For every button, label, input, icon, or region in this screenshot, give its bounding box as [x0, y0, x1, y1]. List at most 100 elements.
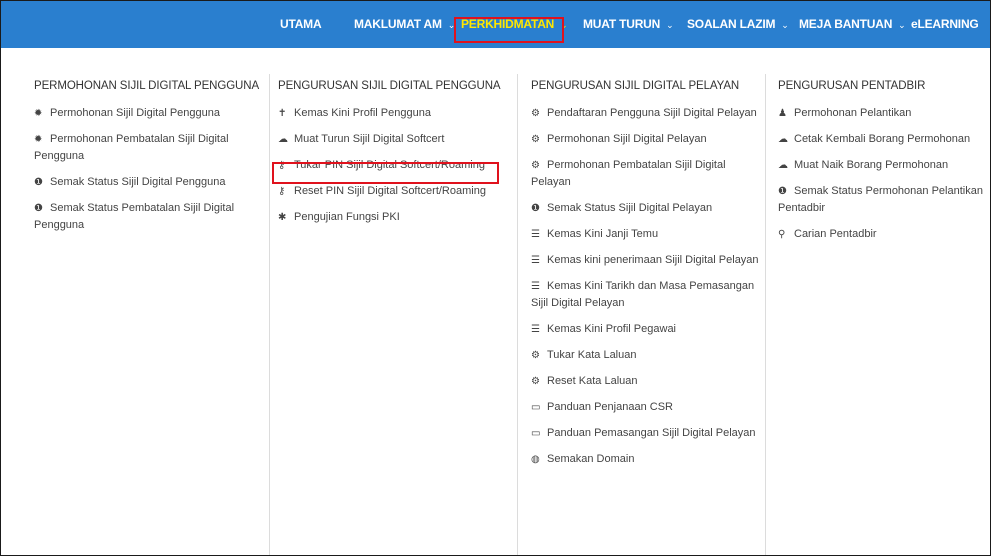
top-navbar: UTAMA MAKLUMAT AM ⌄ PERKHIDMATAN ⌄ MUAT TU…: [1, 1, 990, 48]
nav-maklumat-am[interactable]: MAKLUMAT AM ⌄: [354, 1, 455, 48]
menu-link-label: Kemas Kini Janji Temu: [547, 228, 659, 240]
list-icon: ☰: [531, 255, 540, 266]
chevron-down-icon: ⌄: [666, 20, 674, 30]
nav-utama[interactable]: UTAMA: [280, 1, 322, 48]
menu-link[interactable]: ⚙ Tukar Kata Laluan: [531, 347, 763, 364]
column-divider: [517, 74, 518, 555]
nav-label: SOALAN LAZIM: [687, 17, 776, 31]
menu-link[interactable]: ☁ Cetak Kembali Borang Permohonan: [778, 131, 988, 148]
menu-link[interactable]: ♟ Permohonan Pelantikan: [778, 105, 988, 122]
menu-link[interactable]: ❶ Semak Status Permohonan Pelantikan Pent…: [778, 183, 988, 217]
menu-link[interactable]: ⚙ Permohonan Pembatalan Sijil Digital Pel…: [531, 157, 763, 191]
menu-link[interactable]: ⚙ Reset Kata Laluan: [531, 373, 763, 390]
menu-link-label: Panduan Penjanaan CSR: [547, 401, 673, 413]
menu-link-label: Permohonan Sijil Digital Pelayan: [547, 133, 707, 145]
menu-link-label: Kemas kini penerimaan Sijil Digital Pela…: [547, 254, 759, 266]
list-icon: ☰: [531, 229, 540, 240]
column-pengurusan-pelayan: PENGURUSAN SIJIL DIGITAL PELAYAN ⚙ Pendaf…: [531, 80, 763, 477]
menu-link-label: Muat Turun Sijil Digital Softcert: [294, 133, 445, 145]
menu-link-label: Permohonan Pembatalan Sijil Digital Pela…: [531, 159, 726, 188]
menu-link[interactable]: ❶ Semak Status Sijil Digital Pengguna: [34, 174, 254, 191]
column-heading: PENGURUSAN SIJIL DIGITAL PELAYAN: [531, 80, 740, 92]
menu-link[interactable]: ⚷ Reset PIN Sijil Digital Softcert/Roamin…: [278, 183, 506, 200]
menu-link[interactable]: ☰ Kemas Kini Profil Pegawai: [531, 321, 763, 338]
globe-icon: ◍: [531, 454, 540, 465]
menu-link[interactable]: ☁ Muat Naik Borang Permohonan: [778, 157, 988, 174]
list-icon: ☰: [531, 281, 540, 292]
certificate-icon: ✹: [34, 108, 43, 119]
menu-link[interactable]: ⚲ Carian Pentadbir: [778, 226, 988, 243]
menu-link-label: Semak Status Permohonan Pelantikan Penta…: [778, 185, 983, 214]
menu-link-label: Semak Status Pembatalan Sijil Digital Pe…: [34, 202, 235, 231]
menu-link[interactable]: ◍ Semakan Domain: [531, 451, 763, 468]
link-list: ✹ Permohonan Sijil Digital Pengguna ✹ Permo…: [34, 105, 254, 234]
chevron-down-icon: ⌄: [898, 20, 906, 30]
search-icon: ⚲: [778, 229, 786, 240]
menu-link[interactable]: ✹ Permohonan Pembatalan Sijil Digital Pen…: [34, 131, 254, 165]
user-icon: ♟: [778, 108, 787, 119]
server-icon: ⚙: [531, 108, 540, 119]
menu-link[interactable]: ⚙ Permohonan Sijil Digital Pelayan: [531, 131, 763, 148]
menu-link[interactable]: ☰ Kemas kini penerimaan Sijil Digital Pel…: [531, 252, 763, 269]
menu-link[interactable]: ❶ Semak Status Pembatalan Sijil Digital P…: [34, 200, 254, 234]
nav-label: eLEARNING: [911, 17, 979, 31]
menu-link-label: Permohonan Sijil Digital Pengguna: [50, 107, 220, 119]
nav-label: MAKLUMAT AM: [354, 17, 442, 31]
column-heading: PERMOHONAN SIJIL DIGITAL PENGGUNA: [34, 80, 260, 92]
column-heading: PENGURUSAN PENTADBIR: [778, 80, 926, 92]
info-icon: ❶: [34, 177, 43, 188]
nav-elearning[interactable]: eLEARNING: [911, 1, 979, 48]
menu-link-label: Tukar Kata Laluan: [547, 349, 637, 361]
menu-link[interactable]: ▭ Panduan Penjanaan CSR: [531, 399, 763, 416]
column-pengurusan-pengguna: PENGURUSAN SIJIL DIGITAL PENGGUNA ✝ Kemas…: [278, 80, 506, 235]
certificate-icon: ✹: [34, 134, 43, 145]
menu-link-label: Semakan Domain: [547, 453, 635, 465]
info-icon: ❶: [778, 186, 787, 197]
server-icon: ⚙: [531, 134, 540, 145]
menu-link-label: Muat Naik Borang Permohonan: [794, 159, 949, 171]
lock-icon: ⚙: [531, 376, 540, 387]
column-pengurusan-pentadbir: PENGURUSAN PENTADBIR ♟ Permohonan Pelanti…: [778, 80, 988, 252]
menu-link-label: Reset PIN Sijil Digital Softcert/Roaming: [294, 185, 486, 197]
nav-soalan-lazim[interactable]: SOALAN LAZIM ⌄: [687, 1, 789, 48]
nav-label: MEJA BANTUAN: [799, 17, 893, 31]
menu-link[interactable]: ✱ Pengujian Fungsi PKI: [278, 209, 506, 226]
link-list: ⚙ Pendaftaran Pengguna Sijil Digital Pela…: [531, 105, 763, 468]
info-icon: ❶: [34, 203, 43, 214]
nav-label: MUAT TURUN: [583, 17, 661, 31]
menu-link-label: Carian Pentadbir: [794, 228, 877, 240]
menu-link[interactable]: ✹ Permohonan Sijil Digital Pengguna: [34, 105, 254, 122]
column-divider: [269, 74, 270, 555]
menu-link[interactable]: ☰ Kemas Kini Janji Temu: [531, 226, 763, 243]
server-icon: ⚙: [531, 160, 540, 171]
menu-link-label: Cetak Kembali Borang Permohonan: [794, 133, 971, 145]
cloud-upload-icon: ☁: [778, 160, 788, 171]
menu-link[interactable]: ☁ Muat Turun Sijil Digital Softcert: [278, 131, 506, 148]
menu-link-label: Kemas Kini Profil Pegawai: [547, 323, 677, 335]
column-divider: [765, 74, 766, 555]
selected-link-highlight: [272, 162, 499, 184]
menu-link[interactable]: ✝ Kemas Kini Profil Pengguna: [278, 105, 506, 122]
guide-icon: ▭: [531, 428, 541, 439]
browser-frame: UTAMA MAKLUMAT AM ⌄ PERKHIDMATAN ⌄ MUAT TU…: [0, 0, 991, 556]
menu-link[interactable]: ❶ Semak Status Sijil Digital Pelayan: [531, 200, 763, 217]
active-nav-highlight: [454, 17, 564, 43]
menu-link-label: Semak Status Sijil Digital Pelayan: [547, 202, 713, 214]
chevron-down-icon: ⌄: [781, 20, 789, 30]
menu-link-label: Pengujian Fungsi PKI: [294, 211, 400, 223]
nav-meja-bantuan[interactable]: MEJA BANTUAN ⌄: [799, 1, 906, 48]
menu-link[interactable]: ☰ Kemas Kini Tarikh dan Masa Pemasangan S…: [531, 278, 763, 312]
menu-link-label: Pendaftaran Pengguna Sijil Digital Pelay…: [547, 107, 757, 119]
menu-link-label: Reset Kata Laluan: [547, 375, 638, 387]
menu-link[interactable]: ⚙ Pendaftaran Pengguna Sijil Digital Pela…: [531, 105, 763, 122]
nav-muat-turun[interactable]: MUAT TURUN ⌄: [583, 1, 674, 48]
link-list: ♟ Permohonan Pelantikan ☁ Cetak Kembali Bor…: [778, 105, 988, 243]
menu-link-label: Kemas Kini Tarikh dan Masa Pemasangan Si…: [531, 280, 755, 309]
menu-link-label: Permohonan Pelantikan: [794, 107, 912, 119]
key-icon: ⚷: [278, 186, 286, 197]
menu-link-label: Panduan Pemasangan Sijil Digital Pelayan: [547, 427, 756, 439]
lock-icon: ⚙: [531, 350, 540, 361]
menu-link-label: Kemas Kini Profil Pengguna: [294, 107, 431, 119]
menu-link[interactable]: ▭ Panduan Pemasangan Sijil Digital Pelaya…: [531, 425, 763, 442]
column-heading: PENGURUSAN SIJIL DIGITAL PENGGUNA: [278, 80, 501, 92]
